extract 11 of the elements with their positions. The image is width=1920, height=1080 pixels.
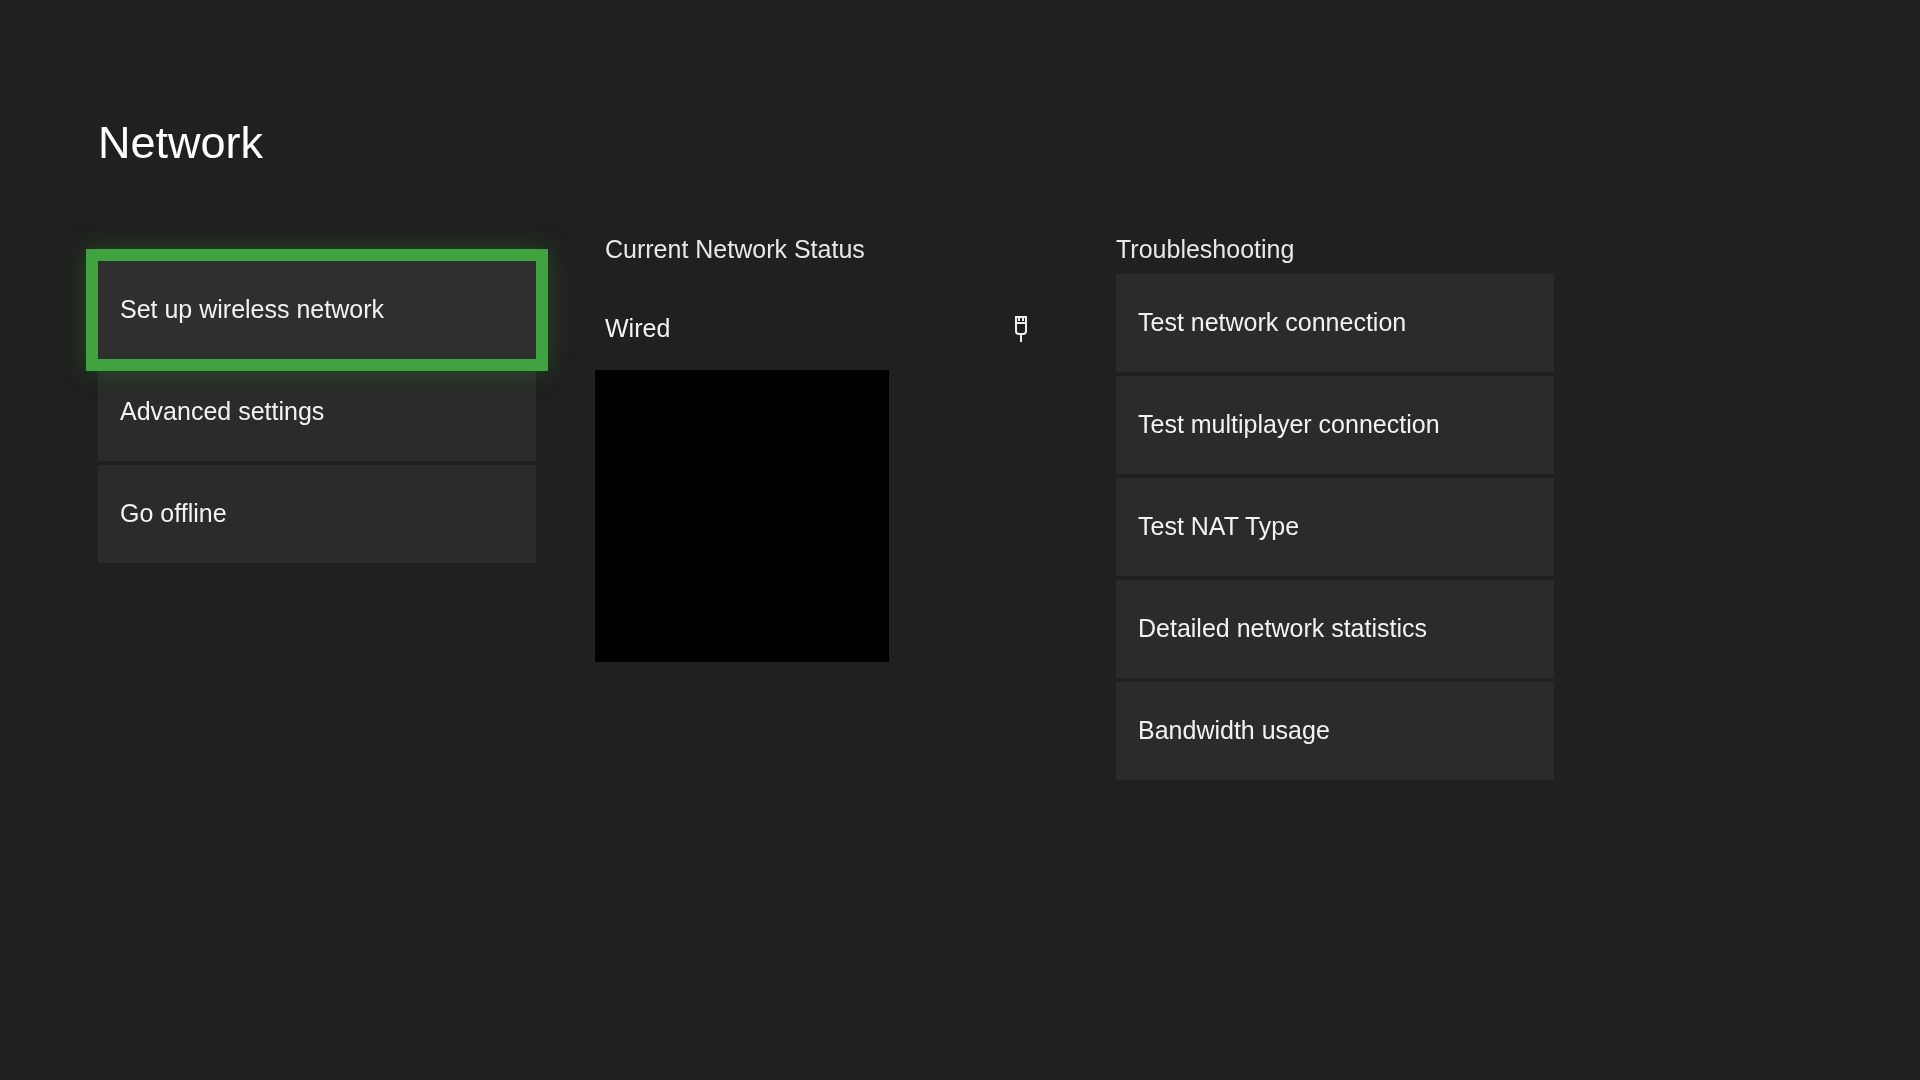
menu-item[interactable]: Bandwidth usage	[1116, 682, 1554, 780]
menu-item[interactable]: Go offline	[98, 465, 536, 563]
menu-item[interactable]: Detailed network statistics	[1116, 580, 1554, 678]
connection-type: Wired	[605, 313, 671, 344]
ethernet-plug-icon	[1013, 314, 1029, 343]
section-heading: Troubleshooting	[1116, 236, 1296, 262]
section-heading: Current Network Status	[605, 236, 866, 262]
menu-item[interactable]: Test multiplayer connection	[1116, 376, 1554, 474]
page-title: Network	[98, 120, 265, 165]
menu-item[interactable]: Test NAT Type	[1116, 478, 1554, 576]
menu-item[interactable]: Test network connection	[1116, 274, 1554, 372]
